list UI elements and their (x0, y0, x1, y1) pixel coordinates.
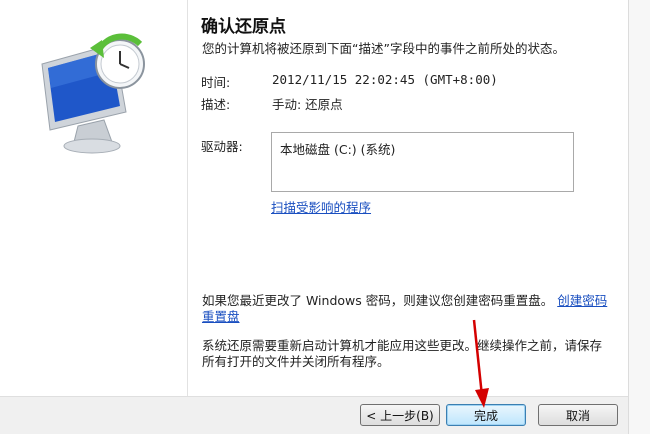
finish-button[interactable]: 完成 (446, 404, 526, 426)
page-title: 确认还原点 (201, 17, 286, 37)
description-label: 描述: (201, 97, 231, 112)
back-button[interactable]: < 上一步(B) (360, 404, 440, 426)
password-reset-notice: 如果您最近更改了 Windows 密码，则建议您创建密码重置盘。 创建密码重置盘 (202, 293, 612, 325)
content-pane (188, 0, 628, 396)
system-restore-window: 确认还原点 您的计算机将被还原到下面“描述”字段中的事件之前所处的状态。 时间:… (0, 0, 650, 434)
drives-label: 驱动器: (201, 139, 243, 154)
drive-list[interactable]: 本地磁盘 (C:) (系统) (271, 132, 574, 192)
time-value: 2012/11/15 22:02:45 (GMT+8:00) (272, 72, 498, 87)
page-description: 您的计算机将被还原到下面“描述”字段中的事件之前所处的状态。 (202, 41, 565, 56)
illustration-pane (0, 0, 188, 396)
window-edge (628, 0, 650, 434)
system-restore-icon (41, 33, 145, 154)
button-bar (0, 396, 628, 434)
scan-affected-programs-link[interactable]: 扫描受影响的程序 (271, 197, 371, 216)
time-label: 时间: (201, 75, 231, 90)
description-value: 手动: 还原点 (272, 97, 343, 112)
restart-notice: 系统还原需要重新启动计算机才能应用这些更改。继续操作之前，请保存所有打开的文件并… (202, 338, 603, 369)
password-notice-text: 如果您最近更改了 Windows 密码，则建议您创建密码重置盘。 (202, 293, 554, 308)
drive-list-item[interactable]: 本地磁盘 (C:) (系统) (280, 139, 395, 158)
cancel-button[interactable]: 取消 (538, 404, 618, 426)
